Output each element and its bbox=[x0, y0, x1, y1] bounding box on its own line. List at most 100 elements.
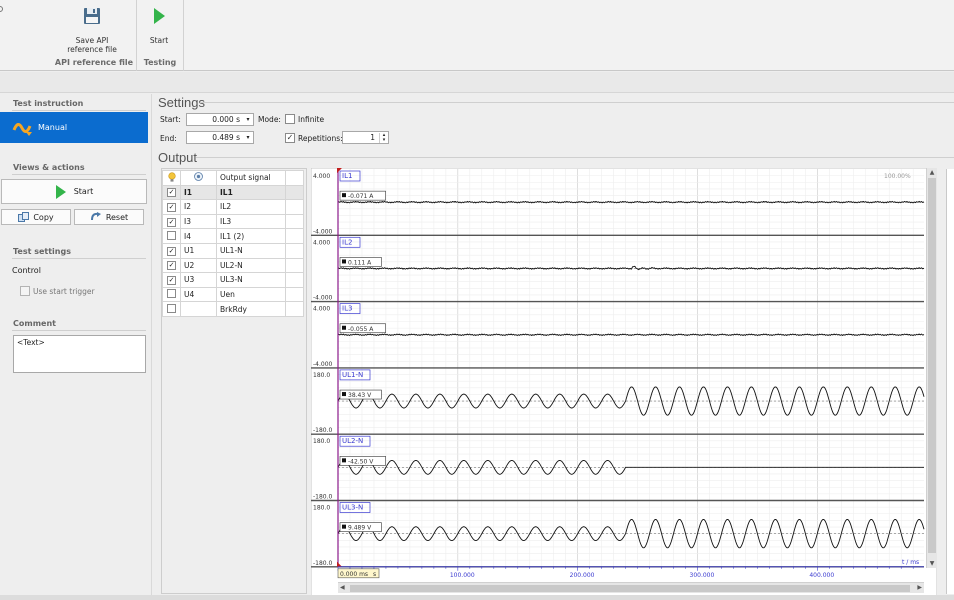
row-checkbox[interactable]: ✓ bbox=[162, 199, 181, 215]
scroll-thumb[interactable] bbox=[350, 585, 910, 592]
x-tick-label: 400.000 bbox=[809, 572, 834, 579]
row-signal: UL1-N bbox=[216, 242, 286, 259]
y-min-label: -180.0 bbox=[313, 427, 333, 434]
output-signal-table: Output signal ✓ I1 IL1 ✓ I2 IL2 ✓ I3 IL3… bbox=[162, 170, 304, 317]
row-checkbox[interactable]: ✓ bbox=[162, 184, 181, 201]
waveform-icon bbox=[12, 122, 32, 136]
row-extra bbox=[285, 257, 304, 274]
value-marker-square bbox=[342, 259, 346, 264]
use-start-trigger-checkbox[interactable] bbox=[20, 286, 30, 296]
row-signal: IL2 bbox=[216, 199, 286, 215]
row-checkbox[interactable]: ✓ bbox=[162, 213, 181, 230]
trace-value-readout: -0.071 A bbox=[348, 193, 374, 200]
scroll-down-icon[interactable]: ▼ bbox=[927, 560, 937, 567]
comment-textarea[interactable]: <Text> bbox=[13, 335, 146, 373]
repetitions-label: Repetitions: bbox=[298, 134, 343, 143]
manual-item[interactable]: Manual bbox=[0, 112, 148, 143]
row-signal: UL2-N bbox=[216, 257, 286, 274]
start-time-input[interactable]: 0.000 s ▾ bbox=[186, 113, 254, 126]
chevron-down-icon[interactable]: ▾ bbox=[243, 116, 253, 123]
left-panel-border bbox=[151, 94, 152, 600]
copy-icon bbox=[18, 212, 30, 222]
checkbox[interactable] bbox=[167, 230, 176, 240]
table-row[interactable]: ✓ U3 UL3-N bbox=[162, 272, 304, 288]
waveform-chart[interactable]: 4.000 -4.000 IL1 -0.071 A 4.000 -4.000 IL2 0.11… bbox=[311, 168, 937, 596]
checkbox[interactable]: ✓ bbox=[167, 261, 176, 271]
y-max-label: 180.0 bbox=[313, 505, 330, 512]
row-extra bbox=[285, 228, 304, 244]
target-icon bbox=[194, 172, 203, 182]
checkbox[interactable]: ✓ bbox=[167, 202, 176, 212]
row-checkbox[interactable]: ✓ bbox=[162, 242, 181, 259]
row-id: U3 bbox=[180, 272, 217, 288]
checkbox[interactable] bbox=[167, 303, 176, 313]
y-min-label: -180.0 bbox=[313, 560, 333, 567]
table-row[interactable]: ✓ U1 UL1-N bbox=[162, 242, 304, 259]
right-side-panel bbox=[946, 169, 954, 594]
copy-button[interactable]: Copy bbox=[1, 209, 71, 225]
spinner-icon[interactable]: ▴ ▾ bbox=[379, 132, 388, 143]
row-checkbox[interactable]: ✓ bbox=[162, 257, 181, 274]
copy-label: Copy bbox=[33, 212, 54, 222]
row-extra bbox=[285, 199, 304, 215]
save-api-label: Save API reference file bbox=[67, 36, 117, 54]
divider bbox=[12, 110, 146, 111]
row-checkbox[interactable]: ✓ bbox=[162, 272, 181, 288]
y-max-label: 180.0 bbox=[313, 438, 330, 445]
start-button[interactable]: Start bbox=[1, 179, 147, 204]
infinite-label: Infinite bbox=[298, 115, 325, 124]
lightbulb-header bbox=[162, 170, 181, 186]
scroll-right-icon[interactable]: ▶ bbox=[917, 584, 922, 591]
checkbox[interactable]: ✓ bbox=[167, 188, 176, 198]
ribbon-separator bbox=[183, 0, 184, 71]
table-row[interactable]: ✓ I2 IL2 bbox=[162, 199, 304, 215]
repetitions-input[interactable]: 1 ▴ ▾ bbox=[342, 131, 389, 144]
play-icon bbox=[55, 184, 66, 199]
row-id: U4 bbox=[180, 286, 217, 303]
status-bar bbox=[0, 595, 954, 600]
test-settings-heading: Test settings bbox=[13, 247, 71, 256]
checkbox[interactable]: ✓ bbox=[167, 246, 176, 256]
y-min-label: -4.000 bbox=[313, 228, 333, 235]
row-checkbox[interactable] bbox=[162, 228, 181, 244]
checkbox[interactable] bbox=[167, 289, 176, 299]
scroll-thumb[interactable] bbox=[928, 178, 936, 553]
row-checkbox[interactable] bbox=[162, 301, 181, 317]
chevron-down-icon[interactable]: ▾ bbox=[243, 134, 253, 141]
group-api-reference-file: API reference file bbox=[54, 58, 134, 67]
reset-icon bbox=[90, 212, 101, 221]
end-time-input[interactable]: 0.489 s ▾ bbox=[186, 131, 254, 144]
table-row[interactable]: ✓ U2 UL2-N bbox=[162, 257, 304, 274]
scroll-up-icon[interactable]: ▲ bbox=[927, 169, 937, 176]
row-signal: IL1 (2) bbox=[216, 228, 286, 244]
vertical-scrollbar[interactable]: ▲ ▼ bbox=[926, 168, 937, 568]
cursor-readout: 0.000 ms bbox=[340, 571, 368, 578]
table-row[interactable]: U4 Uen bbox=[162, 286, 304, 303]
repetitions-checkbox[interactable]: ✓ bbox=[285, 133, 295, 143]
start-button-label: Start bbox=[73, 187, 94, 196]
end-time-label: End: bbox=[160, 134, 177, 143]
checkbox[interactable]: ✓ bbox=[167, 275, 176, 285]
start-time-label: Start: bbox=[160, 115, 181, 124]
y-max-label: 4.000 bbox=[313, 173, 330, 180]
y-max-label: 4.000 bbox=[313, 239, 330, 246]
scroll-left-icon[interactable]: ◀ bbox=[340, 584, 345, 591]
row-checkbox[interactable] bbox=[162, 286, 181, 303]
value-marker-square bbox=[342, 524, 346, 529]
table-row[interactable]: ✓ I3 IL3 bbox=[162, 213, 304, 230]
checkbox[interactable]: ✓ bbox=[167, 217, 176, 227]
chart-background bbox=[311, 168, 937, 596]
target-header bbox=[180, 170, 217, 186]
table-row[interactable]: BrkRdy bbox=[162, 301, 304, 317]
trace-value-readout: -42.50 V bbox=[348, 458, 374, 465]
reset-button[interactable]: Reset bbox=[74, 209, 144, 225]
horizontal-scrollbar[interactable]: ◀ ▶ bbox=[338, 582, 924, 593]
ribbon-start-button[interactable] bbox=[140, 4, 178, 54]
infinite-checkbox[interactable] bbox=[285, 114, 295, 124]
row-signal: Uen bbox=[216, 286, 286, 303]
chevron-icon bbox=[0, 6, 3, 12]
ribbon-separator bbox=[136, 0, 137, 71]
table-row[interactable]: I4 IL1 (2) bbox=[162, 228, 304, 244]
manual-label: Manual bbox=[38, 123, 68, 132]
table-row[interactable]: ✓ I1 IL1 bbox=[162, 184, 304, 201]
